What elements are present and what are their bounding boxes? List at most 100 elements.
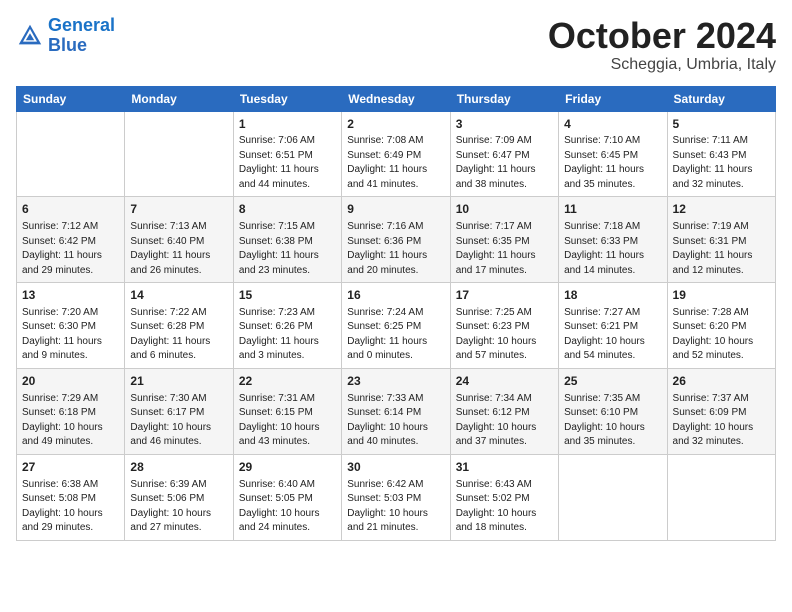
day-info: Sunrise: 7:35 AMSunset: 6:10 PMDaylight:… xyxy=(564,392,661,450)
day-number: 7 xyxy=(130,201,227,218)
day-number: 20 xyxy=(22,373,119,390)
day-number: 18 xyxy=(564,287,661,304)
day-number: 4 xyxy=(564,116,661,133)
calendar-cell: 29 Sunrise: 6:40 AMSunset: 5:05 PMDayligh… xyxy=(233,454,341,540)
calendar-cell: 20 Sunrise: 7:29 AMSunset: 6:18 PMDayligh… xyxy=(17,368,125,454)
calendar-cell: 4Sunrise: 7:10 AMSunset: 6:45 PMDaylight… xyxy=(559,111,667,197)
day-number: 23 xyxy=(347,373,444,390)
day-info: Sunrise: 7:37 AMSunset: 6:09 PMDaylight:… xyxy=(673,392,770,450)
day-info: Sunrise: 7:30 AMSunset: 6:17 PMDaylight:… xyxy=(130,392,227,450)
day-number: 13 xyxy=(22,287,119,304)
day-info: Sunrise: 7:29 AMSunset: 6:18 PMDaylight:… xyxy=(22,392,119,450)
location-title: Scheggia, Umbria, Italy xyxy=(548,56,776,74)
day-header-tuesday: Tuesday xyxy=(233,86,341,111)
day-info: Sunrise: 7:19 AMSunset: 6:31 PMDaylight:… xyxy=(673,220,770,278)
calendar-cell xyxy=(125,111,233,197)
day-header-friday: Friday xyxy=(559,86,667,111)
day-number: 19 xyxy=(673,287,770,304)
day-info: Sunrise: 6:40 AMSunset: 5:05 PMDaylight:… xyxy=(239,478,336,536)
calendar-cell: 9 Sunrise: 7:16 AMSunset: 6:36 PMDaylight… xyxy=(342,197,450,283)
day-info: Sunrise: 7:31 AMSunset: 6:15 PMDaylight:… xyxy=(239,392,336,450)
day-info: Sunrise: 6:38 AMSunset: 5:08 PMDaylight:… xyxy=(22,478,119,536)
calendar-cell: 17 Sunrise: 7:25 AMSunset: 6:23 PMDayligh… xyxy=(450,283,558,369)
day-info: Sunrise: 7:24 AMSunset: 6:25 PMDaylight:… xyxy=(347,306,444,364)
day-number: 6 xyxy=(22,201,119,218)
calendar-cell xyxy=(667,454,775,540)
calendar-cell: 11Sunrise: 7:18 AMSunset: 6:33 PMDayligh… xyxy=(559,197,667,283)
calendar-cell: 23 Sunrise: 7:33 AMSunset: 6:14 PMDayligh… xyxy=(342,368,450,454)
calendar-cell: 1Sunrise: 7:06 AMSunset: 6:51 PMDaylight… xyxy=(233,111,341,197)
day-number: 10 xyxy=(456,201,553,218)
day-header-wednesday: Wednesday xyxy=(342,86,450,111)
day-number: 28 xyxy=(130,459,227,476)
calendar-cell: 31 Sunrise: 6:43 AMSunset: 5:02 PMDayligh… xyxy=(450,454,558,540)
day-info: Sunrise: 7:16 AMSunset: 6:36 PMDaylight:… xyxy=(347,220,444,278)
day-info: Sunrise: 6:42 AMSunset: 5:03 PMDaylight:… xyxy=(347,478,444,536)
day-number: 12 xyxy=(673,201,770,218)
calendar-week-row: 1Sunrise: 7:06 AMSunset: 6:51 PMDaylight… xyxy=(17,111,776,197)
day-info: Sunrise: 7:11 AMSunset: 6:43 PMDaylight:… xyxy=(673,134,770,192)
calendar-cell: 13 Sunrise: 7:20 AMSunset: 6:30 PMDayligh… xyxy=(17,283,125,369)
day-info: Sunrise: 7:08 AMSunset: 6:49 PMDaylight:… xyxy=(347,134,444,192)
day-info: Sunrise: 7:28 AMSunset: 6:20 PMDaylight:… xyxy=(673,306,770,364)
day-info: Sunrise: 7:20 AMSunset: 6:30 PMDaylight:… xyxy=(22,306,119,364)
calendar-header-row: SundayMondayTuesdayWednesdayThursdayFrid… xyxy=(17,86,776,111)
calendar-cell: 8Sunrise: 7:15 AMSunset: 6:38 PMDaylight… xyxy=(233,197,341,283)
calendar-week-row: 13 Sunrise: 7:20 AMSunset: 6:30 PMDayligh… xyxy=(17,283,776,369)
logo: General Blue xyxy=(16,16,115,56)
calendar-cell: 27 Sunrise: 6:38 AMSunset: 5:08 PMDayligh… xyxy=(17,454,125,540)
calendar-cell: 5Sunrise: 7:11 AMSunset: 6:43 PMDaylight… xyxy=(667,111,775,197)
title-block: October 2024 Scheggia, Umbria, Italy xyxy=(548,16,776,74)
day-info: Sunrise: 7:06 AMSunset: 6:51 PMDaylight:… xyxy=(239,134,336,192)
day-info: Sunrise: 7:33 AMSunset: 6:14 PMDaylight:… xyxy=(347,392,444,450)
day-info: Sunrise: 7:13 AMSunset: 6:40 PMDaylight:… xyxy=(130,220,227,278)
day-number: 2 xyxy=(347,116,444,133)
calendar-cell: 22Sunrise: 7:31 AMSunset: 6:15 PMDayligh… xyxy=(233,368,341,454)
calendar-week-row: 27 Sunrise: 6:38 AMSunset: 5:08 PMDayligh… xyxy=(17,454,776,540)
calendar-week-row: 20 Sunrise: 7:29 AMSunset: 6:18 PMDayligh… xyxy=(17,368,776,454)
calendar-cell: 16Sunrise: 7:24 AMSunset: 6:25 PMDayligh… xyxy=(342,283,450,369)
day-header-thursday: Thursday xyxy=(450,86,558,111)
day-info: Sunrise: 7:15 AMSunset: 6:38 PMDaylight:… xyxy=(239,220,336,278)
calendar-cell: 14Sunrise: 7:22 AMSunset: 6:28 PMDayligh… xyxy=(125,283,233,369)
calendar-cell: 10 Sunrise: 7:17 AMSunset: 6:35 PMDayligh… xyxy=(450,197,558,283)
day-info: Sunrise: 6:43 AMSunset: 5:02 PMDaylight:… xyxy=(456,478,553,536)
page-header: General Blue October 2024 Scheggia, Umbr… xyxy=(16,16,776,74)
month-title: October 2024 xyxy=(548,16,776,56)
calendar-cell: 25Sunrise: 7:35 AMSunset: 6:10 PMDayligh… xyxy=(559,368,667,454)
day-number: 3 xyxy=(456,116,553,133)
calendar-cell: 21 Sunrise: 7:30 AMSunset: 6:17 PMDayligh… xyxy=(125,368,233,454)
day-number: 1 xyxy=(239,116,336,133)
day-info: Sunrise: 7:09 AMSunset: 6:47 PMDaylight:… xyxy=(456,134,553,192)
day-header-sunday: Sunday xyxy=(17,86,125,111)
day-number: 29 xyxy=(239,459,336,476)
day-info: Sunrise: 7:27 AMSunset: 6:21 PMDaylight:… xyxy=(564,306,661,364)
day-number: 30 xyxy=(347,459,444,476)
calendar-cell: 15Sunrise: 7:23 AMSunset: 6:26 PMDayligh… xyxy=(233,283,341,369)
calendar-week-row: 6 Sunrise: 7:12 AMSunset: 6:42 PMDaylight… xyxy=(17,197,776,283)
logo-text: General Blue xyxy=(48,16,115,56)
day-number: 15 xyxy=(239,287,336,304)
calendar-cell: 2Sunrise: 7:08 AMSunset: 6:49 PMDaylight… xyxy=(342,111,450,197)
day-number: 21 xyxy=(130,373,227,390)
day-info: Sunrise: 7:17 AMSunset: 6:35 PMDaylight:… xyxy=(456,220,553,278)
day-number: 31 xyxy=(456,459,553,476)
day-info: Sunrise: 7:25 AMSunset: 6:23 PMDaylight:… xyxy=(456,306,553,364)
calendar-cell xyxy=(559,454,667,540)
day-number: 27 xyxy=(22,459,119,476)
day-info: Sunrise: 7:34 AMSunset: 6:12 PMDaylight:… xyxy=(456,392,553,450)
day-info: Sunrise: 7:12 AMSunset: 6:42 PMDaylight:… xyxy=(22,220,119,278)
calendar-cell: 26 Sunrise: 7:37 AMSunset: 6:09 PMDayligh… xyxy=(667,368,775,454)
calendar-cell: 28Sunrise: 6:39 AMSunset: 5:06 PMDayligh… xyxy=(125,454,233,540)
calendar-cell: 19 Sunrise: 7:28 AMSunset: 6:20 PMDayligh… xyxy=(667,283,775,369)
day-number: 26 xyxy=(673,373,770,390)
calendar-cell: 3Sunrise: 7:09 AMSunset: 6:47 PMDaylight… xyxy=(450,111,558,197)
day-number: 24 xyxy=(456,373,553,390)
day-number: 9 xyxy=(347,201,444,218)
calendar-cell: 7 Sunrise: 7:13 AMSunset: 6:40 PMDaylight… xyxy=(125,197,233,283)
logo-line1: General xyxy=(48,15,115,35)
day-number: 17 xyxy=(456,287,553,304)
calendar-cell: 12 Sunrise: 7:19 AMSunset: 6:31 PMDayligh… xyxy=(667,197,775,283)
calendar-table: SundayMondayTuesdayWednesdayThursdayFrid… xyxy=(16,86,776,541)
day-header-monday: Monday xyxy=(125,86,233,111)
